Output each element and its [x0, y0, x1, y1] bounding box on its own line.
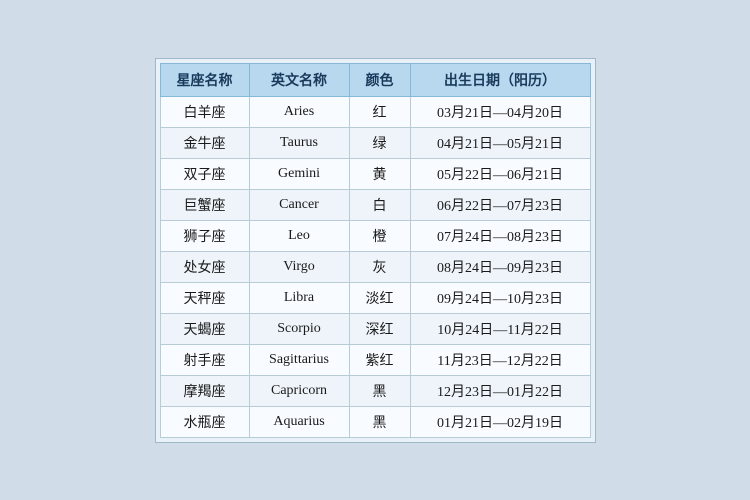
- header-date: 出生日期（阳历）: [410, 63, 590, 96]
- cell-color: 绿: [349, 127, 410, 158]
- cell-color: 淡红: [349, 282, 410, 313]
- cell-color: 橙: [349, 220, 410, 251]
- table-row: 金牛座Taurus绿04月21日—05月21日: [160, 127, 590, 158]
- cell-zh: 处女座: [160, 251, 249, 282]
- table-row: 巨蟹座Cancer白06月22日—07月23日: [160, 189, 590, 220]
- cell-date: 05月22日—06月21日: [410, 158, 590, 189]
- cell-color: 灰: [349, 251, 410, 282]
- cell-en: Taurus: [249, 127, 349, 158]
- cell-zh: 金牛座: [160, 127, 249, 158]
- cell-en: Aquarius: [249, 406, 349, 437]
- cell-date: 01月21日—02月19日: [410, 406, 590, 437]
- cell-color: 紫红: [349, 344, 410, 375]
- table-header-row: 星座名称 英文名称 颜色 出生日期（阳历）: [160, 63, 590, 96]
- cell-zh: 狮子座: [160, 220, 249, 251]
- zodiac-table-container: 星座名称 英文名称 颜色 出生日期（阳历） 白羊座Aries红03月21日—04…: [155, 58, 596, 443]
- cell-date: 03月21日—04月20日: [410, 96, 590, 127]
- cell-en: Cancer: [249, 189, 349, 220]
- cell-zh: 射手座: [160, 344, 249, 375]
- cell-zh: 白羊座: [160, 96, 249, 127]
- cell-en: Leo: [249, 220, 349, 251]
- cell-date: 04月21日—05月21日: [410, 127, 590, 158]
- table-row: 射手座Sagittarius紫红11月23日—12月22日: [160, 344, 590, 375]
- header-color: 颜色: [349, 63, 410, 96]
- cell-zh: 双子座: [160, 158, 249, 189]
- cell-en: Sagittarius: [249, 344, 349, 375]
- cell-date: 07月24日—08月23日: [410, 220, 590, 251]
- table-row: 狮子座Leo橙07月24日—08月23日: [160, 220, 590, 251]
- cell-zh: 水瓶座: [160, 406, 249, 437]
- cell-en: Virgo: [249, 251, 349, 282]
- cell-en: Capricorn: [249, 375, 349, 406]
- header-en: 英文名称: [249, 63, 349, 96]
- cell-color: 深红: [349, 313, 410, 344]
- cell-date: 06月22日—07月23日: [410, 189, 590, 220]
- table-row: 双子座Gemini黄05月22日—06月21日: [160, 158, 590, 189]
- cell-color: 黑: [349, 375, 410, 406]
- table-row: 天秤座Libra淡红09月24日—10月23日: [160, 282, 590, 313]
- cell-date: 12月23日—01月22日: [410, 375, 590, 406]
- cell-en: Scorpio: [249, 313, 349, 344]
- cell-en: Aries: [249, 96, 349, 127]
- table-row: 摩羯座Capricorn黑12月23日—01月22日: [160, 375, 590, 406]
- cell-date: 11月23日—12月22日: [410, 344, 590, 375]
- cell-color: 白: [349, 189, 410, 220]
- zodiac-table: 星座名称 英文名称 颜色 出生日期（阳历） 白羊座Aries红03月21日—04…: [160, 63, 591, 438]
- table-row: 水瓶座Aquarius黑01月21日—02月19日: [160, 406, 590, 437]
- cell-date: 10月24日—11月22日: [410, 313, 590, 344]
- table-body: 白羊座Aries红03月21日—04月20日金牛座Taurus绿04月21日—0…: [160, 96, 590, 437]
- cell-color: 黄: [349, 158, 410, 189]
- table-row: 白羊座Aries红03月21日—04月20日: [160, 96, 590, 127]
- cell-zh: 天秤座: [160, 282, 249, 313]
- table-row: 天蝎座Scorpio深红10月24日—11月22日: [160, 313, 590, 344]
- cell-zh: 摩羯座: [160, 375, 249, 406]
- cell-color: 黑: [349, 406, 410, 437]
- cell-date: 08月24日—09月23日: [410, 251, 590, 282]
- cell-color: 红: [349, 96, 410, 127]
- cell-en: Libra: [249, 282, 349, 313]
- cell-en: Gemini: [249, 158, 349, 189]
- table-row: 处女座Virgo灰08月24日—09月23日: [160, 251, 590, 282]
- cell-date: 09月24日—10月23日: [410, 282, 590, 313]
- cell-zh: 天蝎座: [160, 313, 249, 344]
- header-zh: 星座名称: [160, 63, 249, 96]
- cell-zh: 巨蟹座: [160, 189, 249, 220]
